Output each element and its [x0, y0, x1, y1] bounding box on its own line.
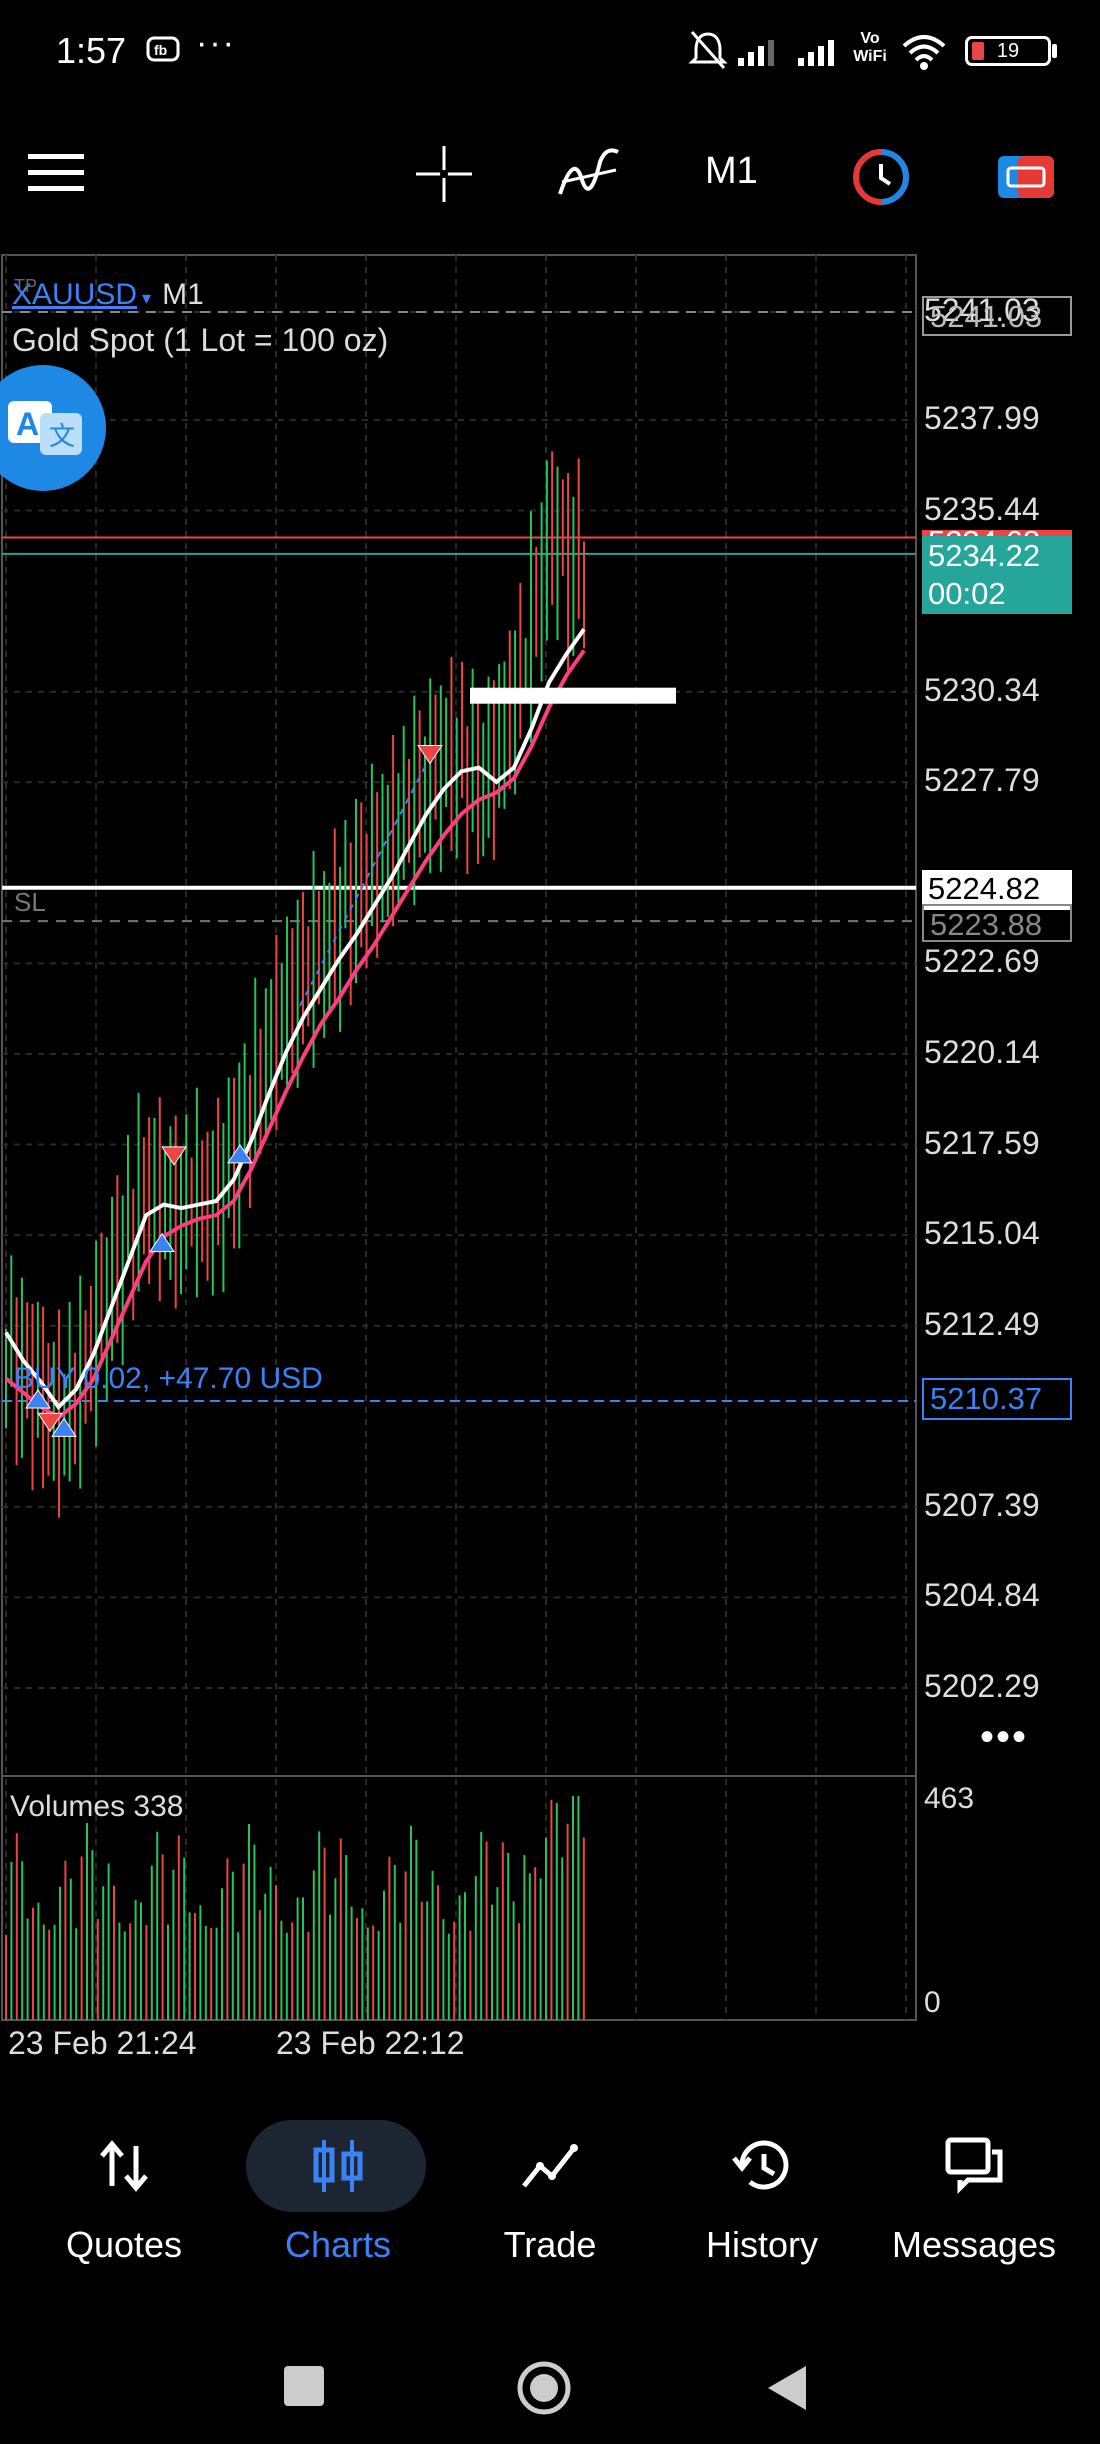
- indicators-icon[interactable]: [556, 142, 622, 208]
- wifi-icon: [902, 35, 946, 70]
- time-label-1: 23 Feb 21:24: [8, 2025, 197, 2061]
- vowifi-label: Vo WiFi: [853, 30, 887, 65]
- price-tick-label: 5230.34: [924, 671, 1040, 708]
- symbol-description: Gold Spot (1 Lot = 100 oz): [12, 322, 389, 358]
- price-tick-label: 5235.44: [924, 490, 1040, 527]
- trade-panel-icon[interactable]: [996, 152, 1056, 202]
- moving-average-fast: [4, 628, 586, 1411]
- nav-messages-label: Messages: [891, 2224, 1057, 2265]
- nav-history-label: History: [705, 2224, 818, 2265]
- battery-icon: 19: [965, 36, 1051, 66]
- svg-text:fb: fb: [154, 42, 167, 58]
- bottom-navigation: Quotes Charts Trade History Messages: [0, 2100, 1100, 2300]
- charts-icon: [313, 2140, 363, 2192]
- crosshair-icon[interactable]: [414, 144, 474, 204]
- order-price-box: 5210.37: [922, 1378, 1072, 1420]
- trade-icon: [522, 2144, 578, 2188]
- messages-icon: [945, 2137, 1003, 2195]
- price-tick-label: 5215.04: [924, 1215, 1040, 1252]
- chart-toolbar: [0, 120, 1100, 230]
- quotes-icon: [100, 2140, 148, 2192]
- symbol-label[interactable]: XAUUSD ▾ M1: [12, 278, 204, 312]
- price-tick-label: 5212.49: [924, 1305, 1040, 1342]
- nav-quotes[interactable]: Quotes: [34, 2100, 214, 2300]
- price-tick-label: 5220.14: [924, 1033, 1040, 1070]
- battery-level: 19: [996, 40, 1020, 62]
- price-tick-label: 5222.69: [924, 943, 1040, 980]
- menu-icon[interactable]: [28, 150, 84, 196]
- tp-line-label: TP: [14, 276, 38, 296]
- tp-price-box: 5241.03: [922, 296, 1072, 336]
- chart-more-icon[interactable]: •••: [980, 1715, 1028, 1760]
- nav-charts-label: Charts: [284, 2224, 392, 2265]
- system-navigation: [0, 2330, 1100, 2444]
- nav-trade-label: Trade: [503, 2224, 597, 2265]
- price-tick-label: 5202.29: [924, 1668, 1040, 1704]
- bid-price: 5234.22: [928, 538, 1041, 573]
- app-notification-icon: fb: [146, 36, 180, 62]
- status-more-icon: ···: [196, 24, 236, 62]
- order-line-label[interactable]: BUY 0.02, +47.70 USD: [14, 1362, 323, 1396]
- signal-icon-2: [798, 40, 834, 66]
- timeframe-button[interactable]: M1: [705, 150, 758, 193]
- signal-icon-1: [738, 40, 774, 66]
- svg-text:文: 文: [49, 422, 75, 452]
- price-tick-label: 5217.59: [924, 1124, 1040, 1161]
- time-label-2: 23 Feb 22:12: [276, 2025, 465, 2061]
- translate-icon: A 文: [8, 401, 82, 455]
- nav-history[interactable]: History: [672, 2100, 852, 2300]
- home-button[interactable]: [516, 2360, 572, 2416]
- mute-icon: [688, 31, 728, 69]
- symbol-timeframe: M1: [162, 278, 204, 311]
- bar-countdown: 00:02: [928, 576, 1006, 611]
- one-click-trading-icon[interactable]: [852, 148, 910, 206]
- dashed-level-box: 5223.88: [922, 904, 1072, 942]
- volume-tick-max: 463: [924, 1782, 975, 1815]
- price-tick-label: 5207.39: [924, 1486, 1040, 1523]
- history-icon: [732, 2140, 789, 2190]
- status-bar: 1:57 fb ··· Vo WiFi 19: [0, 0, 1100, 100]
- back-button[interactable]: [762, 2362, 812, 2414]
- recents-button[interactable]: [284, 2366, 324, 2406]
- bid-price-box: 5234.22 00:02: [922, 536, 1072, 614]
- volumes-label: Volumes 338: [10, 1790, 184, 1823]
- price-tick-label: 5237.99: [924, 399, 1040, 436]
- nav-quotes-label: Quotes: [65, 2224, 183, 2265]
- rectangle-object: [470, 687, 676, 704]
- price-tick-label: 5204.84: [924, 1577, 1040, 1614]
- nav-messages[interactable]: Messages: [884, 2100, 1064, 2300]
- svg-text:A: A: [16, 406, 39, 442]
- status-time: 1:57: [56, 30, 127, 71]
- price-tick-label: 5227.79: [924, 762, 1040, 799]
- sl-line-label: SL: [14, 887, 46, 917]
- volume-tick-zero: 0: [924, 1986, 941, 2019]
- sell-arrow-icon: [417, 744, 443, 765]
- nav-charts[interactable]: Charts: [246, 2100, 428, 2300]
- nav-trade[interactable]: Trade: [460, 2100, 640, 2300]
